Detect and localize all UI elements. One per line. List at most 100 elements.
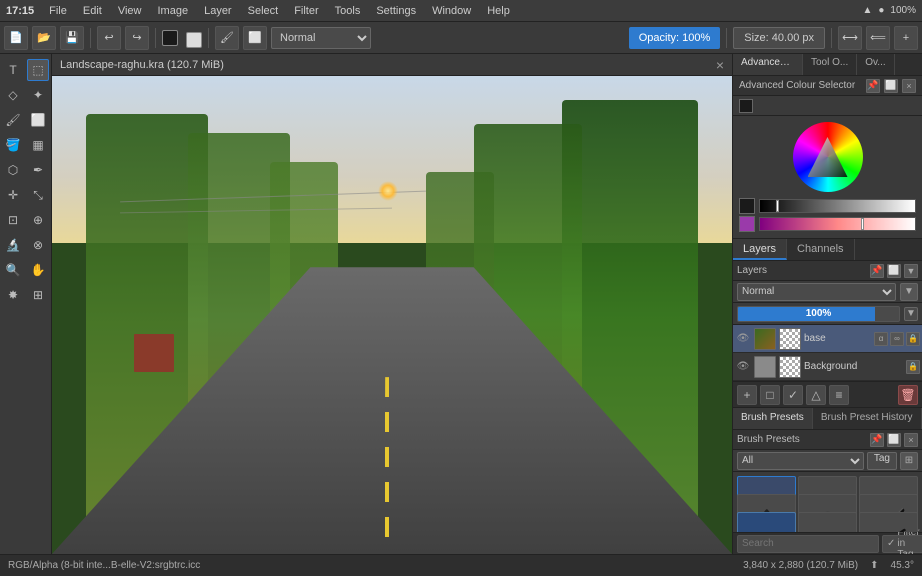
blend-mode-select[interactable]: Normal Multiply Screen Overlay: [271, 27, 371, 49]
brush-item-8[interactable]: [798, 512, 857, 532]
bg-color-btn[interactable]: [186, 32, 202, 48]
delete-layer-btn[interactable]: 🗑: [898, 385, 918, 405]
layer-row-background[interactable]: 👁 Background 🔒: [733, 353, 922, 381]
layer-alpha-lock-base[interactable]: α: [874, 332, 888, 346]
move-up-btn[interactable]: △: [806, 385, 826, 405]
eraser-tool[interactable]: ⬜: [27, 109, 49, 131]
layer-filter-icon[interactable]: ▼: [900, 283, 918, 301]
layers-filter-btn[interactable]: ▼: [904, 264, 918, 278]
brush-presets-panel: Brush Presets Brush Preset History Brush…: [733, 408, 922, 554]
brush-view-btn[interactable]: ⊞: [900, 452, 918, 470]
layer-visibility-background[interactable]: 👁: [735, 359, 751, 375]
colour-wheel[interactable]: [793, 122, 863, 192]
layer-blend-select[interactable]: Normal Multiply Screen: [737, 283, 896, 301]
brush-filter-select[interactable]: All: [737, 452, 864, 470]
wrap-btn[interactable]: +: [894, 26, 918, 50]
hue-bar[interactable]: [759, 217, 916, 231]
brush-item-7[interactable]: [737, 512, 796, 532]
menu-window[interactable]: Window: [429, 4, 474, 18]
layer-lock-base[interactable]: 🔒: [906, 332, 920, 346]
assistants-tool[interactable]: ⊞: [27, 284, 49, 306]
brush-pin-btn[interactable]: 📌: [870, 433, 884, 447]
fg-color-btn[interactable]: [162, 30, 178, 46]
mirror-h-btn[interactable]: ⟷: [838, 26, 862, 50]
colour-selector-pin-btn[interactable]: 📌: [866, 79, 880, 93]
brush-search-input[interactable]: [737, 535, 879, 553]
add-layer-btn[interactable]: +: [737, 385, 757, 405]
colour-selector-close-btn[interactable]: ×: [902, 79, 916, 93]
canvas-close-btn[interactable]: ×: [716, 57, 724, 73]
path-tool[interactable]: ✒: [27, 159, 49, 181]
gradient-tool[interactable]: ▦: [27, 134, 49, 156]
menu-view[interactable]: View: [115, 4, 145, 18]
tab-brush-presets[interactable]: Brush Presets: [733, 408, 813, 429]
menu-settings[interactable]: Settings: [373, 4, 419, 18]
painting-canvas[interactable]: [52, 76, 732, 554]
properties-btn[interactable]: ≡: [829, 385, 849, 405]
brush-close-btn[interactable]: ×: [904, 433, 918, 447]
shape-tool[interactable]: ⬡: [2, 159, 24, 181]
layer-row-base[interactable]: 👁 base α ∞ 🔒: [733, 325, 922, 353]
brush-expand-btn[interactable]: ⬜: [887, 433, 901, 447]
erase-btn[interactable]: ⬜: [243, 26, 267, 50]
move-tool[interactable]: ✛: [2, 184, 24, 206]
transform-tool[interactable]: ⤡: [27, 184, 49, 206]
freehand-select-tool[interactable]: ◇: [2, 84, 24, 106]
tab-channels[interactable]: Channels: [787, 239, 854, 260]
merge-layer-btn[interactable]: ✓: [783, 385, 803, 405]
menu-file[interactable]: File: [46, 4, 70, 18]
save-button[interactable]: 💾: [60, 26, 84, 50]
copy-layer-btn[interactable]: □: [760, 385, 780, 405]
mirror-v-btn[interactable]: ⟸: [866, 26, 890, 50]
layer-opacity-bar[interactable]: 100%: [737, 306, 900, 322]
menu-edit[interactable]: Edit: [80, 4, 105, 18]
layers-pin-btn[interactable]: 📌: [870, 264, 884, 278]
menu-filter[interactable]: Filter: [291, 4, 321, 18]
zoom-tool[interactable]: 🔍: [2, 259, 24, 281]
contiguous-select-tool[interactable]: ✦: [27, 84, 49, 106]
pan-tool[interactable]: ✋: [27, 259, 49, 281]
brush-tool[interactable]: 🖌: [2, 109, 24, 131]
smart-patch-tool[interactable]: ⊗: [27, 234, 49, 256]
eyedropper-tool[interactable]: 🔬: [2, 234, 24, 256]
colour-triangle[interactable]: [808, 137, 848, 177]
new-button[interactable]: 📄: [4, 26, 28, 50]
tab-tool-options[interactable]: Tool O...: [803, 54, 857, 75]
undo-button[interactable]: ↩: [97, 26, 121, 50]
tab-brush-history[interactable]: Brush Preset History: [813, 408, 922, 429]
tab-colour-selector[interactable]: Advanced Colour Se...: [733, 54, 803, 75]
redo-button[interactable]: ↪: [125, 26, 149, 50]
opacity-button[interactable]: Opacity: 100%: [629, 27, 721, 49]
brush-item-9[interactable]: [859, 512, 918, 532]
multibrush-tool[interactable]: ✸: [2, 284, 24, 306]
clone-tool[interactable]: ⊕: [27, 209, 49, 231]
tab-layers[interactable]: Layers: [733, 239, 787, 260]
right-panel: Advanced Colour Se... Tool O... Ov... Ad…: [732, 54, 922, 554]
menu-tools[interactable]: Tools: [332, 4, 364, 18]
brush-tag-btn[interactable]: Tag: [867, 452, 897, 470]
colour-selector-expand-btn[interactable]: ⬜: [884, 79, 898, 93]
layer-visibility-base[interactable]: 👁: [735, 331, 751, 347]
menu-help[interactable]: Help: [484, 4, 513, 18]
lightness-bar[interactable]: [759, 199, 916, 213]
fg-color-swatch[interactable]: [739, 99, 753, 113]
menu-image[interactable]: Image: [155, 4, 192, 18]
fill-tool[interactable]: 🪣: [2, 134, 24, 156]
text-tool[interactable]: T: [2, 59, 24, 81]
canvas-image[interactable]: [52, 76, 732, 554]
tab-overview[interactable]: Ov...: [857, 54, 894, 75]
size-button[interactable]: Size: 40.00 px: [733, 27, 825, 49]
filter-in-tag-btn[interactable]: ✓ Filter in Tag: [882, 535, 922, 553]
crop-tool[interactable]: ⊡: [2, 209, 24, 231]
lightness-thumb[interactable]: [776, 200, 779, 212]
layer-lock-background[interactable]: 🔒: [906, 360, 920, 374]
opacity-arrow[interactable]: ▼: [904, 307, 918, 321]
menu-layer[interactable]: Layer: [201, 4, 235, 18]
hue-thumb[interactable]: [861, 218, 864, 230]
layer-inherit-alpha-base[interactable]: ∞: [890, 332, 904, 346]
layers-expand-btn[interactable]: ⬜: [887, 264, 901, 278]
paint-mode-btn[interactable]: 🖌: [215, 26, 239, 50]
select-tool[interactable]: ⬚: [27, 59, 49, 81]
menu-select[interactable]: Select: [245, 4, 282, 18]
open-button[interactable]: 📂: [32, 26, 56, 50]
